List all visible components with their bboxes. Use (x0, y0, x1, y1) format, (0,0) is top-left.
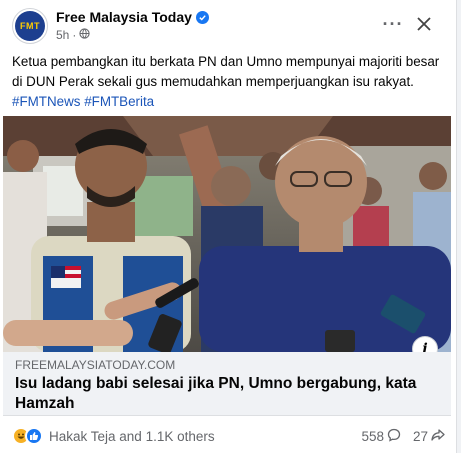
comments-number: 558 (361, 429, 384, 444)
verified-badge-icon (195, 10, 209, 24)
post-header: FMT Free Malaysia Today 5h · ··· (0, 0, 457, 48)
comments-count[interactable]: 558 (361, 428, 401, 445)
link-domain: FREEMALAYSIATODAY.COM (15, 358, 176, 372)
link-title[interactable]: Isu ladang babi selesai jika PN, Umno be… (15, 374, 425, 414)
post-card: FMT Free Malaysia Today 5h · ··· Ketua p… (0, 0, 457, 453)
close-icon[interactable] (410, 10, 438, 38)
page-name-link[interactable]: Free Malaysia Today (56, 9, 209, 25)
post-photo[interactable] (3, 116, 451, 352)
engagement-counts: 558 27 (361, 428, 445, 445)
globe-icon (79, 28, 90, 42)
post-body: Ketua pembangkan itu berkata PN dan Umno… (12, 54, 440, 89)
comment-icon (387, 428, 401, 445)
hashtag-fmtnews[interactable]: #FMTNews (12, 94, 80, 109)
reactions-text[interactable]: Hakak Teja and 1.1K others (49, 429, 215, 444)
like-reaction-icon (25, 427, 43, 445)
shares-count[interactable]: 27 (413, 428, 445, 445)
post-text: Ketua pembangkan itu berkata PN dan Umno… (12, 52, 448, 112)
link-preview[interactable]: FREEMALAYSIATODAY.COM Isu ladang babi se… (3, 352, 451, 416)
reactions-summary[interactable]: Hakak Teja and 1.1K others (12, 427, 215, 445)
more-options-icon[interactable]: ··· (379, 10, 407, 38)
fmt-logo: FMT (15, 11, 45, 41)
post-time[interactable]: 5h (56, 28, 69, 42)
press-scene-illustration (3, 116, 451, 352)
page-name[interactable]: Free Malaysia Today (56, 9, 192, 25)
logo-text: FMT (20, 21, 40, 31)
page-avatar[interactable]: FMT (12, 8, 48, 44)
share-icon (431, 428, 445, 445)
post-footer: Hakak Teja and 1.1K others 558 27 (0, 421, 457, 453)
dot-separator: · (72, 28, 77, 42)
hashtag-fmtberita[interactable]: #FMTBerita (84, 94, 154, 109)
post-meta: 5h · (56, 28, 90, 42)
shares-number: 27 (412, 429, 428, 444)
